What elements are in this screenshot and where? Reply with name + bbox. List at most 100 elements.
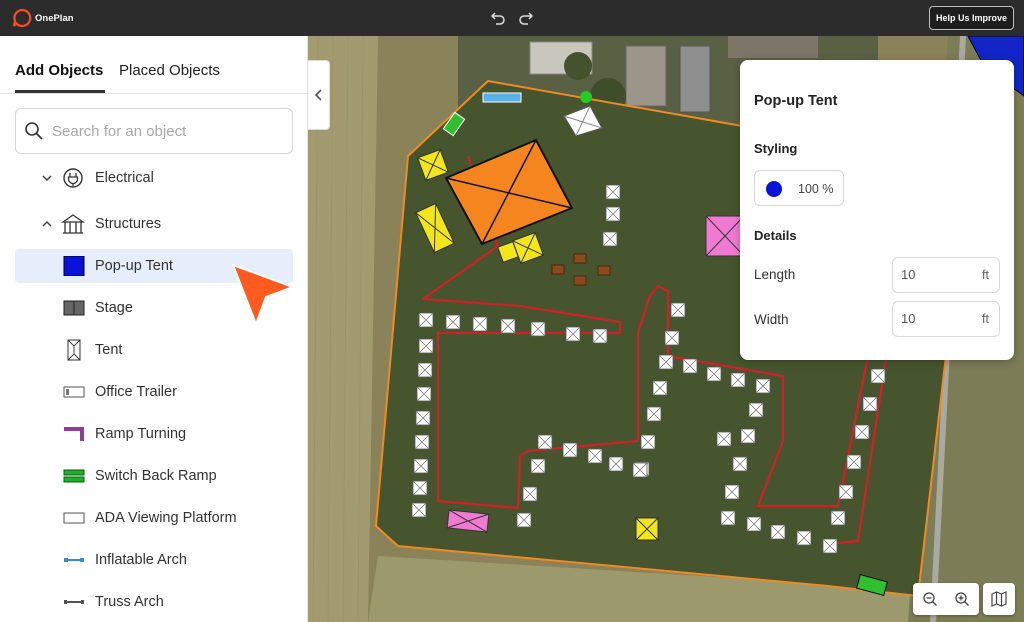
small-white-tent[interactable] <box>854 424 870 440</box>
collapse-sidebar-button[interactable] <box>308 60 330 130</box>
zoom-in-icon[interactable] <box>954 591 970 607</box>
sidebar-tabs: Add Objects Placed Objects <box>0 36 307 94</box>
small-white-tent[interactable] <box>602 231 618 247</box>
small-white-tent[interactable] <box>516 512 532 528</box>
blue-barriers[interactable] <box>482 92 522 103</box>
ada-platform-icon <box>63 508 85 528</box>
object-label: Truss Arch <box>95 594 164 610</box>
small-white-tent[interactable] <box>838 484 854 500</box>
width-unit: ft <box>982 312 989 326</box>
small-white-tent[interactable] <box>522 486 538 502</box>
small-white-tent[interactable] <box>472 316 488 332</box>
small-white-tent[interactable] <box>724 484 740 500</box>
truss-arch-icon <box>63 592 85 612</box>
small-white-tent[interactable] <box>664 330 680 346</box>
length-input[interactable] <box>901 267 961 282</box>
object-label: Inflatable Arch <box>95 552 187 568</box>
redo-icon <box>519 12 533 25</box>
small-white-tent[interactable] <box>565 326 581 342</box>
category-label: Structures <box>95 216 162 232</box>
map-icon <box>991 591 1007 607</box>
small-white-tent[interactable] <box>445 314 461 330</box>
map-layers-button[interactable] <box>983 583 1015 615</box>
object-truss-arch[interactable]: Truss Arch <box>15 585 293 619</box>
color-opacity-picker[interactable]: 100 % <box>754 170 844 206</box>
small-white-tent[interactable] <box>862 396 878 412</box>
details-heading: Details <box>754 228 797 243</box>
small-white-tent[interactable] <box>822 538 838 554</box>
small-white-tent[interactable] <box>416 386 432 402</box>
small-white-tent[interactable] <box>605 184 621 200</box>
small-white-tent[interactable] <box>746 516 762 532</box>
pink-tent[interactable] <box>705 215 745 257</box>
small-white-tent[interactable] <box>730 372 746 388</box>
small-white-tent[interactable] <box>830 510 846 526</box>
small-white-tent[interactable] <box>537 434 553 450</box>
active-tab-indicator <box>15 90 105 93</box>
small-white-tent[interactable] <box>732 456 748 472</box>
help-us-improve-button[interactable]: Help Us Improve <box>928 6 1014 30</box>
object-ada-viewing-platform[interactable]: ADA Viewing Platform <box>15 501 293 535</box>
small-white-tent[interactable] <box>411 502 427 518</box>
object-inflatable-arch[interactable]: Inflatable Arch <box>15 543 293 577</box>
small-white-tent[interactable] <box>605 206 621 222</box>
undo-icon <box>491 12 505 25</box>
width-input[interactable] <box>901 311 961 326</box>
chevron-up-icon <box>42 220 52 227</box>
small-white-tent[interactable] <box>414 434 430 450</box>
small-white-tent[interactable] <box>530 321 546 337</box>
small-white-tent[interactable] <box>418 312 434 328</box>
search-input[interactable] <box>52 122 272 140</box>
small-white-tent[interactable] <box>632 462 648 478</box>
redo-button[interactable] <box>517 9 535 27</box>
small-white-tent[interactable] <box>418 338 434 354</box>
small-white-tent[interactable] <box>670 302 686 318</box>
small-white-tent[interactable] <box>530 458 546 474</box>
small-white-tent[interactable] <box>870 368 886 384</box>
oneplan-logo[interactable]: OnePlan <box>12 9 74 27</box>
small-white-tent[interactable] <box>562 442 578 458</box>
category-electrical[interactable]: Electrical <box>0 161 307 195</box>
small-white-tent[interactable] <box>770 524 786 540</box>
chevron-down-icon <box>42 175 52 182</box>
small-white-tent[interactable] <box>740 428 756 444</box>
pink-tent[interactable] <box>446 509 490 533</box>
small-white-tent[interactable] <box>846 454 862 470</box>
small-white-tent[interactable] <box>640 434 656 450</box>
object-switch-back-ramp[interactable]: Switch Back Ramp <box>15 459 293 493</box>
tab-placed-objects[interactable]: Placed Objects <box>119 62 220 79</box>
small-white-tent[interactable] <box>413 458 429 474</box>
oneplan-logo-icon <box>12 9 32 27</box>
object-ramp-turning[interactable]: Ramp Turning <box>15 417 293 451</box>
small-white-tent[interactable] <box>417 362 433 378</box>
green-marker[interactable] <box>580 91 592 103</box>
small-white-tent[interactable] <box>796 530 812 546</box>
properties-panel: Pop-up Tent Styling 100 % Details Length… <box>740 60 1014 360</box>
small-white-tent[interactable] <box>652 380 668 396</box>
small-white-tent[interactable] <box>587 448 603 464</box>
zoom-out-icon[interactable] <box>922 591 938 607</box>
opacity-value: 100 % <box>798 182 834 196</box>
small-white-tent[interactable] <box>646 406 662 422</box>
small-white-tent[interactable] <box>608 456 624 472</box>
small-white-tent[interactable] <box>500 318 516 334</box>
yellow-tent[interactable] <box>635 517 659 541</box>
tab-add-objects[interactable]: Add Objects <box>15 62 103 79</box>
small-white-tent[interactable] <box>716 431 732 447</box>
small-white-tent[interactable] <box>412 480 428 496</box>
small-white-tent[interactable] <box>755 378 771 394</box>
object-office-trailer[interactable]: Office Trailer <box>15 375 293 409</box>
small-white-tent[interactable] <box>415 410 431 426</box>
undo-button[interactable] <box>489 9 507 27</box>
small-white-tent[interactable] <box>658 354 674 370</box>
object-label: Office Trailer <box>95 384 177 400</box>
width-label: Width <box>754 312 789 327</box>
small-white-tent[interactable] <box>706 366 722 382</box>
object-label: Pop-up Tent <box>95 258 173 274</box>
small-white-tent[interactable] <box>720 510 736 526</box>
category-structures[interactable]: Structures <box>0 207 307 241</box>
small-white-tent[interactable] <box>592 328 608 344</box>
small-white-tent[interactable] <box>748 402 764 418</box>
small-white-tent[interactable] <box>682 358 698 374</box>
object-tent[interactable]: Tent <box>15 333 293 367</box>
